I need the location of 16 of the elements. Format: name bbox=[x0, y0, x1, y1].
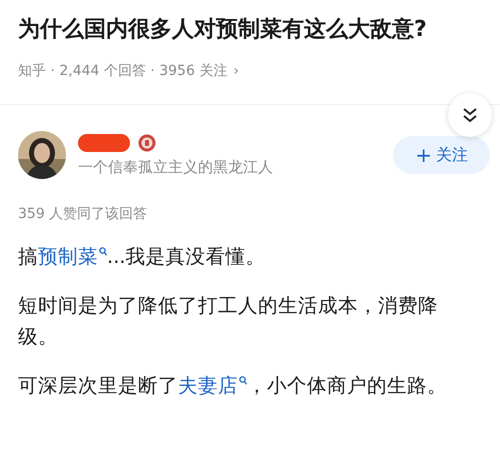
answer-paragraph: 搞预制菜 ...我是真没看懂。 bbox=[18, 244, 267, 270]
question-meta: 知乎 · 2,444 个回答 · 3956 关注 bbox=[18, 62, 228, 80]
answer-paragraph: 短时间是为了降低了打工人的生活成本，消费降级。 bbox=[18, 293, 439, 350]
plus-sign: + bbox=[415, 143, 432, 167]
question-title: 为什么国内很多人对预制菜有这么大敌意? bbox=[18, 16, 428, 44]
keyword-link[interactable]: 夫妻店 bbox=[178, 374, 247, 397]
follow-button[interactable]: + 关注 bbox=[393, 136, 490, 174]
search-icon bbox=[239, 376, 247, 384]
answer-paragraph: 可深层次里是断了 夫妻店 ，小个体商户的生路。 bbox=[18, 373, 448, 399]
meta-arrow[interactable]: › bbox=[233, 63, 239, 79]
double-chevron-icon bbox=[462, 106, 478, 124]
search-icon bbox=[99, 246, 107, 256]
collapse-button[interactable] bbox=[448, 93, 492, 137]
author-bio: 一个信奉孤立主义的黑龙江人 bbox=[78, 158, 274, 176]
keyword-link[interactable]: 预制菜 bbox=[38, 245, 107, 268]
likes-count: 359 人赞同了该回答 bbox=[17, 205, 148, 223]
